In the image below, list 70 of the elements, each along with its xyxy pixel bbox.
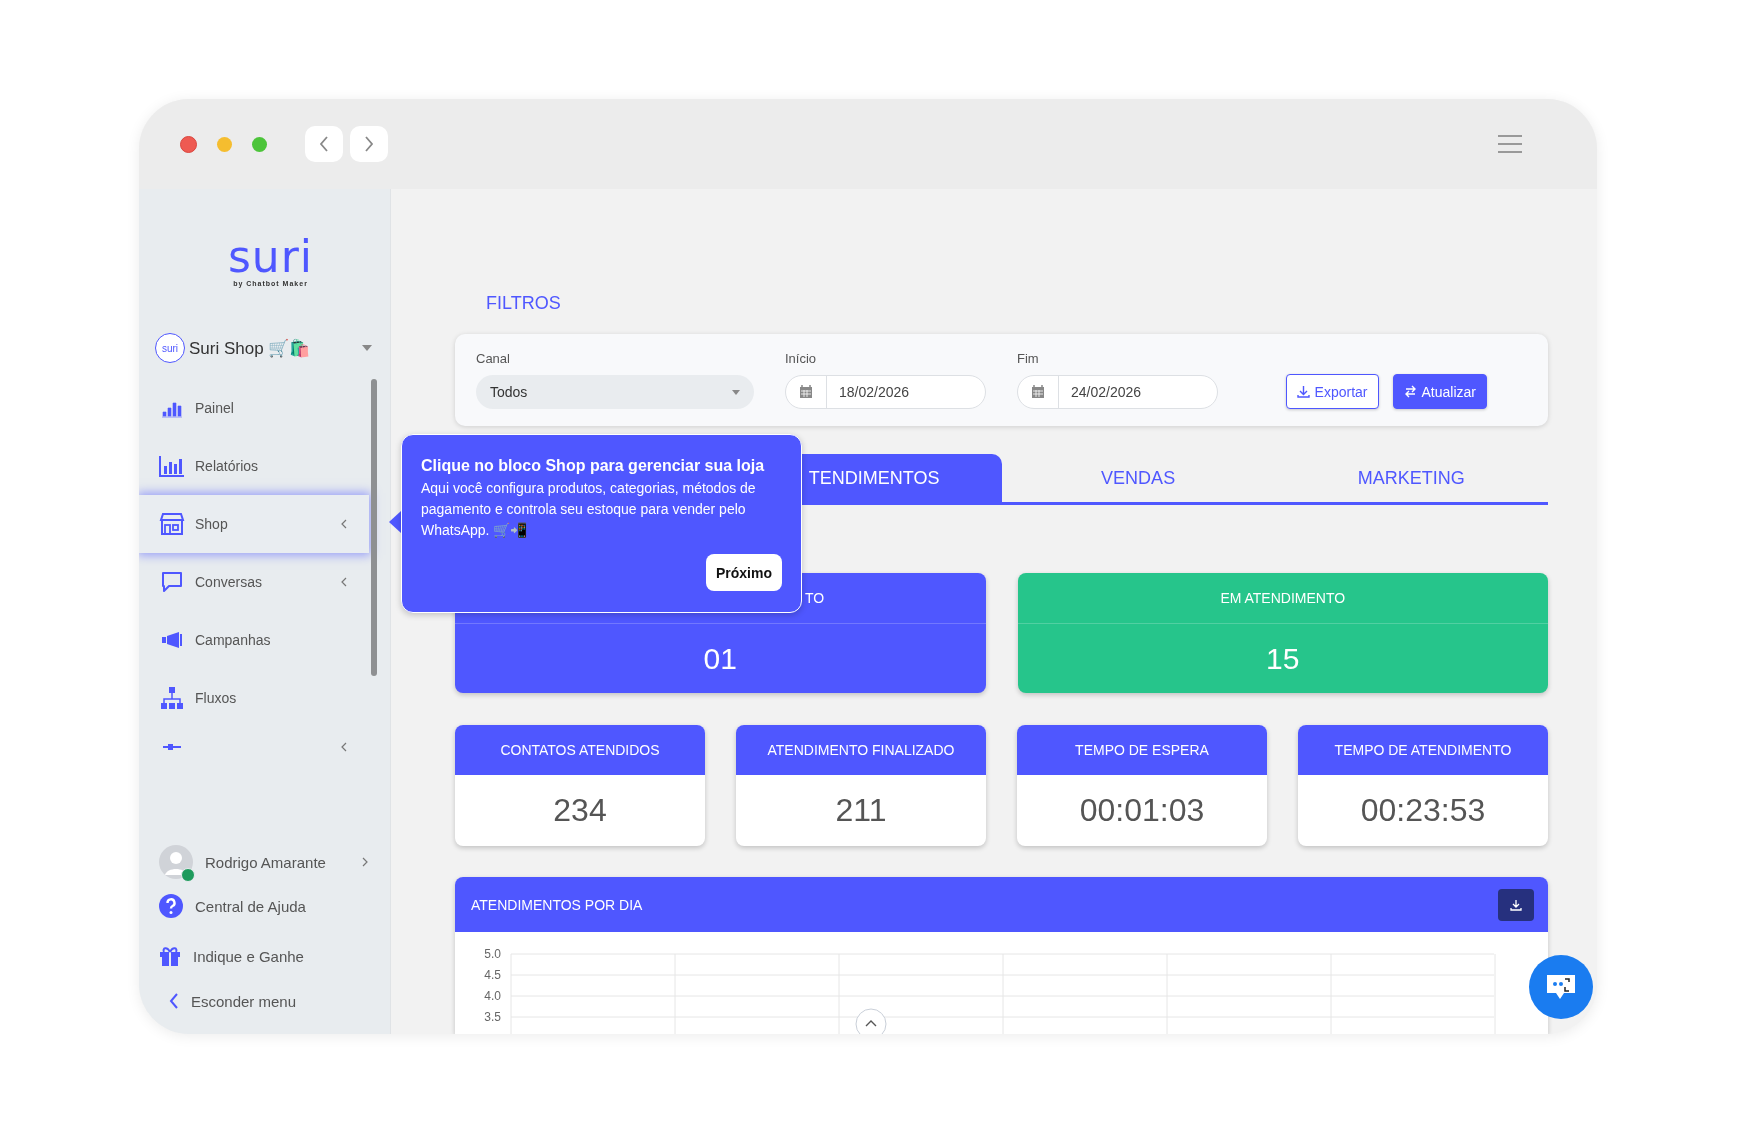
gift-icon [159,945,181,967]
caret-icon [732,389,740,395]
chart-title: ATENDIMENTOS POR DIA [471,896,643,913]
download-icon [1296,385,1310,399]
card-title: ATENDIMENTO FINALIZADO [736,725,986,775]
tab[interactable]: MARKETING [1274,454,1548,502]
minimize-icon[interactable] [217,136,232,152]
section-title: FILTROS [486,292,562,314]
field-label: Início [785,351,818,367]
date-field[interactable]: 18/02/2026 [785,375,986,410]
sidebar-item[interactable]: Relatórios [139,437,369,495]
download-button[interactable] [1498,888,1534,921]
sidebar-item[interactable]: Shop [139,495,369,553]
card-title: EM ATENDIMENTO [1220,590,1346,606]
swap-arrows-icon [1403,385,1417,399]
sidebar-item[interactable]: Conversas [139,553,369,611]
bar-chart-icon [159,455,185,477]
axis-tick-label: 4.5 [484,968,501,982]
workspace-avatar: suri [155,333,185,363]
card-title: TEMPO DE ATENDIMENTO [1298,725,1548,775]
date-field[interactable]: 24/02/2026 [1017,375,1218,410]
sidebar-item[interactable]: Campanhas [139,611,369,669]
export-button[interactable]: Exportar [1285,374,1379,410]
maximize-icon[interactable] [252,136,267,152]
user-menu[interactable]: Rodrigo Amarante [159,842,390,882]
back-button[interactable] [305,126,343,162]
workspace-selector[interactable]: suri Suri Shop 🛒🛍 [139,330,390,366]
field-label: Canal [476,351,511,367]
chevron-left-icon [169,993,179,1009]
chat-bubble-icon [159,571,185,593]
hierarchy-icon [159,686,185,710]
menu-icon[interactable] [1497,134,1523,154]
calendar-icon [1031,385,1045,400]
axis-tick-label: 4.0 [484,989,501,1003]
card-title: TEMPO DE ESPERA [1017,725,1267,775]
card-value: 15 [1265,640,1301,677]
help-icon [159,894,183,918]
card-value: 00:23:53 [1359,791,1487,830]
card-value: 211 [834,791,888,830]
card-value: 234 [552,791,608,830]
chevron-icon [362,857,368,867]
card-value: 01 [702,640,738,677]
sidebar-item[interactable]: Painel [139,379,369,437]
scroll-up-button[interactable] [855,1008,887,1034]
sidebar-link[interactable]: Indique e Ganhe [159,941,390,971]
download-icon [1510,898,1522,911]
megaphone-icon [159,631,185,649]
logo: suri [227,235,314,279]
sidebar-link[interactable]: Central de Ajuda [159,886,390,926]
card-title: TO [805,590,825,606]
avatar [159,845,193,879]
sidebar-link[interactable]: Esconder menu [159,986,390,1016]
select-field[interactable]: Todos [476,375,754,410]
axis-tick-label: 3.5 [484,1010,501,1024]
forward-icon [363,135,375,153]
card-value: 00:01:03 [1078,791,1206,830]
close-icon[interactable] [180,135,197,153]
forward-button[interactable] [350,126,388,162]
refresh-button[interactable]: Atualizar [1392,374,1487,410]
back-icon [318,135,330,153]
tab[interactable]: VENDAS [1001,454,1275,502]
storefront-icon [159,513,185,535]
field-label: Fim [1017,351,1040,367]
caret-icon [362,345,372,351]
scrollbar[interactable] [371,379,377,676]
axis-tick-label: 5.0 [484,947,501,961]
sidebar-item[interactable]: Fluxos [139,669,369,727]
next-button[interactable]: Próximo [706,554,782,591]
card-title: CONTATOS ATENDIDOS [455,725,705,775]
calendar-icon [799,385,813,400]
